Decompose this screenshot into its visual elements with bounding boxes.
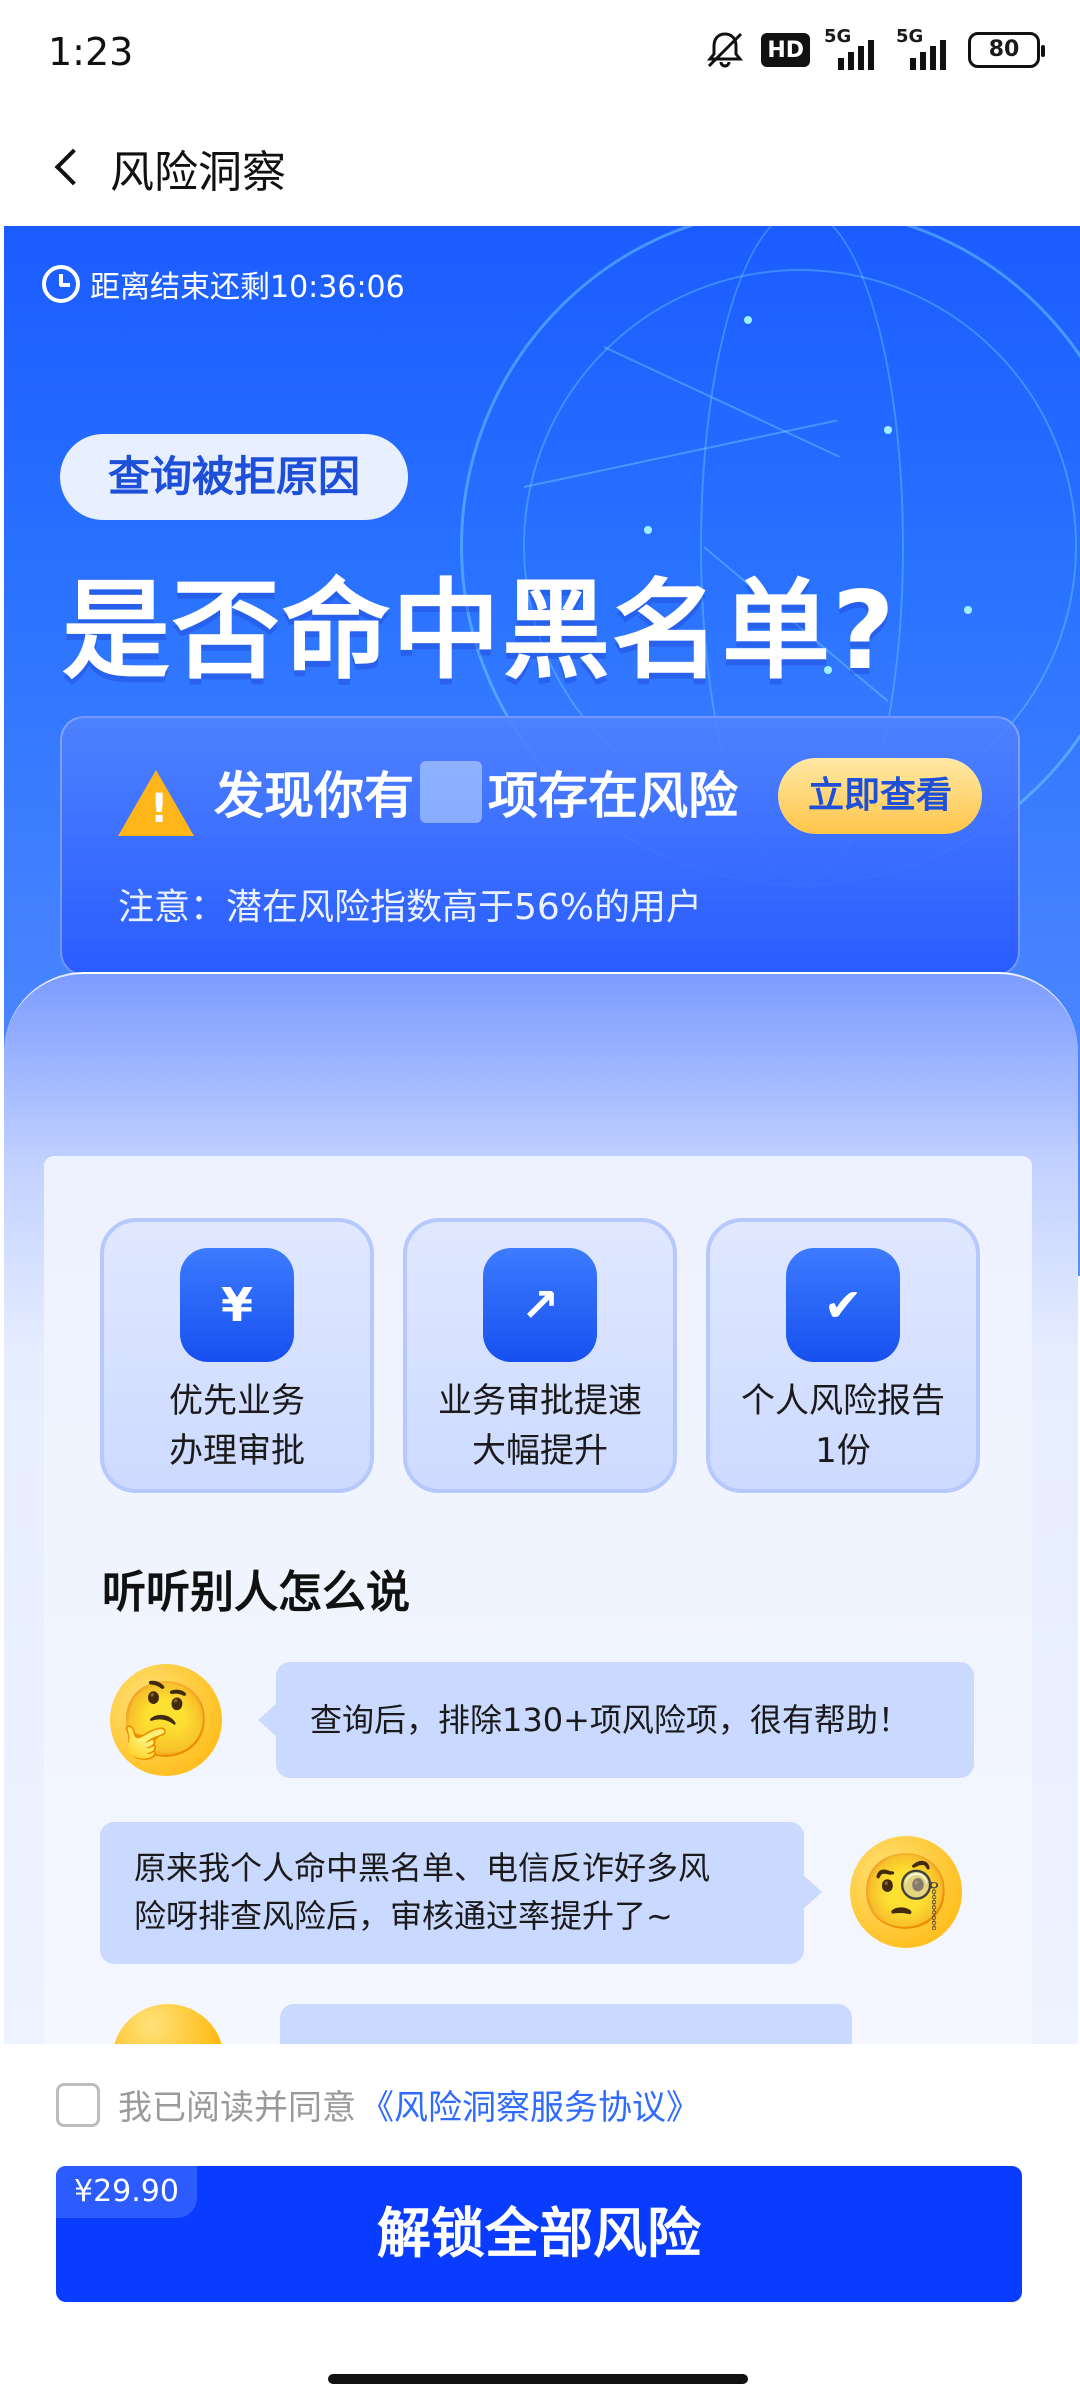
globe-dot	[964, 606, 972, 614]
reason-tag: 查询被拒原因	[60, 434, 408, 520]
agree-checkbox[interactable]	[56, 2082, 100, 2127]
home-indicator[interactable]	[328, 2374, 748, 2384]
testimonial-bubble: 原来我个人命中黑名单、电信反诈好多风 险呀排查风险后，审核通过率提升了~	[100, 1822, 822, 1964]
signal-icon: 5G	[824, 26, 882, 70]
feature-card-speed: ↗ 业务审批提速 大幅提升	[403, 1218, 677, 1493]
monocle-emoji-icon: 🧐	[850, 1836, 962, 1948]
feature-label-line: 办理审批	[169, 1431, 305, 1471]
feature-card-priority: ¥ 优先业务 办理审批	[100, 1218, 374, 1493]
feature-label: 个人风险报告 1份	[713, 1376, 973, 1476]
mute-bell-icon	[703, 30, 747, 70]
risk-prefix: 发现你有	[214, 767, 414, 825]
headline: 是否命中黑名单?	[62, 569, 897, 694]
countdown-text: 距离结束还剩10:36:06	[90, 270, 405, 305]
risk-summary: 发现你有 项存在风险	[214, 756, 738, 828]
trend-up-icon: ↗	[483, 1248, 597, 1362]
unlock-label: 解锁全部风险	[377, 2202, 701, 2265]
ticket-yuan-icon: ¥	[180, 1248, 294, 1362]
globe-dot	[884, 426, 892, 434]
testimonials-title: 听听别人怎么说	[100, 1556, 410, 1620]
feature-label: 优先业务 办理审批	[107, 1376, 367, 1476]
testimonial-line: 原来我个人命中黑名单、电信反诈好多风	[134, 1849, 711, 1887]
risk-card: ! 发现你有 项存在风险 立即查看 注意：潜在风险指数高于56%的用户	[60, 716, 1020, 976]
feature-label: 业务审批提速 大幅提升	[410, 1376, 670, 1476]
feature-label-line: 业务审批提速	[438, 1381, 642, 1421]
unlock-all-button[interactable]: ¥29.90 解锁全部风险	[56, 2166, 1022, 2302]
header: 风险洞察	[0, 110, 1080, 222]
testimonial-line: 险呀排查风险后，审核通过率提升了~	[134, 1897, 673, 1935]
agreement-row: 我已阅读并同意 《风险洞察服务协议》	[56, 2080, 700, 2129]
feature-label-line: 优先业务	[169, 1381, 305, 1421]
risk-suffix: 项存在风险	[488, 767, 738, 825]
report-check-icon: ✔	[786, 1248, 900, 1362]
alarm-clock-icon	[42, 265, 80, 303]
risk-count-mask	[420, 761, 482, 823]
back-arrow-icon[interactable]	[48, 138, 98, 194]
testimonial-bubble: 查询后，排除130+项风险项，很有帮助！	[258, 1662, 974, 1778]
hd-badge: HD	[761, 33, 810, 67]
bottom-bar: 我已阅读并同意 《风险洞察服务协议》 ¥29.90 解锁全部风险	[0, 2044, 1080, 2400]
battery-icon: 80	[968, 32, 1045, 68]
risk-note: 注意：潜在风险指数高于56%的用户	[118, 887, 703, 928]
status-time: 1:23	[48, 30, 134, 74]
status-bar: 1:23 HD 5G 5G 80	[0, 0, 1080, 110]
view-now-button[interactable]: 立即查看	[778, 758, 982, 834]
feature-card-report: ✔ 个人风险报告 1份	[706, 1218, 980, 1493]
globe-dot	[744, 316, 752, 324]
status-icons: HD 5G 5G 80	[703, 26, 1045, 70]
warning-icon: !	[118, 770, 194, 836]
feature-label-line: 个人风险报告	[741, 1381, 945, 1421]
page-title: 风险洞察	[110, 147, 286, 198]
price-tag: ¥29.90	[56, 2166, 197, 2218]
feature-list: ¥ 优先业务 办理审批 ↗ 业务审批提速 大幅提升 ✔ 个人风险报告 1份	[100, 1218, 980, 1493]
service-agreement-link[interactable]: 《风险洞察服务协议》	[360, 2080, 700, 2129]
countdown-timer: 距离结束还剩10:36:06	[42, 262, 405, 306]
signal-icon: 5G	[896, 26, 954, 70]
feature-label-line: 1份	[815, 1431, 871, 1471]
thinking-emoji-icon: 🤔	[110, 1664, 222, 1776]
globe-dot	[644, 526, 652, 534]
agree-text: 我已阅读并同意	[118, 2088, 356, 2128]
feature-label-line: 大幅提升	[472, 1431, 608, 1471]
